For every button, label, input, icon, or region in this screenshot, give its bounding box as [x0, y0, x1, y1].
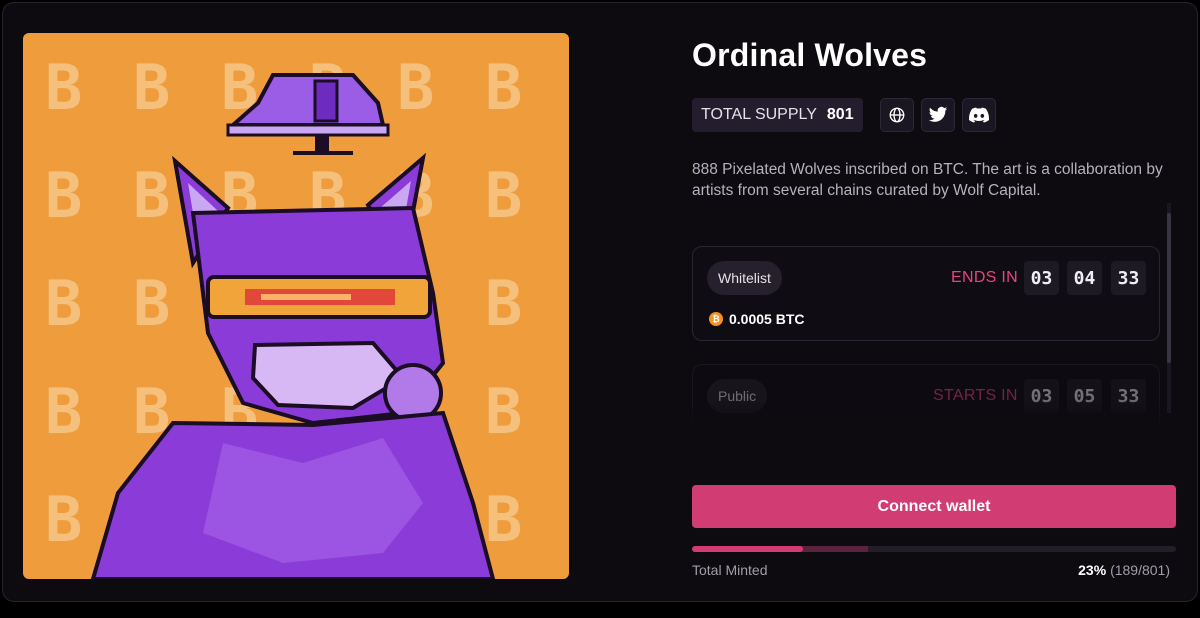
mint-price: ₿ 0.0005 BTC: [709, 311, 804, 327]
countdown-seconds: 33: [1111, 261, 1146, 295]
collection-description: 888 Pixelated Wolves inscribed on BTC. T…: [692, 161, 1163, 199]
mint-progress-fill: [692, 546, 804, 552]
phase-card-whitelist[interactable]: Whitelist ENDS IN 03 04 33 ₿ 0.0005 BTC: [692, 246, 1160, 341]
scroll-fade-overlay: [692, 398, 1162, 428]
globe-icon: [889, 107, 905, 123]
discord-link[interactable]: [962, 98, 996, 132]
total-minted-label: Total Minted: [692, 562, 768, 578]
bitcoin-icon: ₿: [709, 312, 723, 326]
mint-price-value: 0.0005 BTC: [729, 311, 805, 327]
countdown-hours: 03: [1024, 261, 1059, 295]
discord-icon: [969, 107, 989, 123]
total-supply-value: 801: [826, 106, 854, 123]
nft-artwork: BBBBBBBBBBBBBBBBBBBBBBBBBBBBBB: [23, 33, 569, 579]
wolf-illustration: [90, 73, 496, 579]
countdown-minutes: 04: [1067, 261, 1102, 295]
total-supply-badge: TOTAL SUPPLY 801: [692, 98, 863, 132]
phases-scrollbar-thumb[interactable]: [1167, 213, 1171, 363]
ends-in-label: ENDS IN: [951, 269, 1018, 286]
twitter-link[interactable]: [921, 98, 955, 132]
mint-card: BBBBBBBBBBBBBBBBBBBBBBBBBBBBBB: [2, 2, 1198, 602]
connect-wallet-button[interactable]: Connect wallet: [692, 485, 1176, 528]
website-link[interactable]: [880, 98, 914, 132]
total-minted-value: 23% (189/801): [1078, 562, 1170, 578]
mint-progress-bar: [692, 546, 1176, 552]
collection-title: Ordinal Wolves: [692, 37, 928, 73]
twitter-icon: [928, 106, 948, 122]
minted-percent: 23%: [1078, 562, 1107, 578]
phase-label-whitelist[interactable]: Whitelist: [707, 261, 782, 295]
total-supply-label: TOTAL SUPPLY: [701, 106, 817, 123]
minted-count: (189/801): [1110, 562, 1170, 578]
